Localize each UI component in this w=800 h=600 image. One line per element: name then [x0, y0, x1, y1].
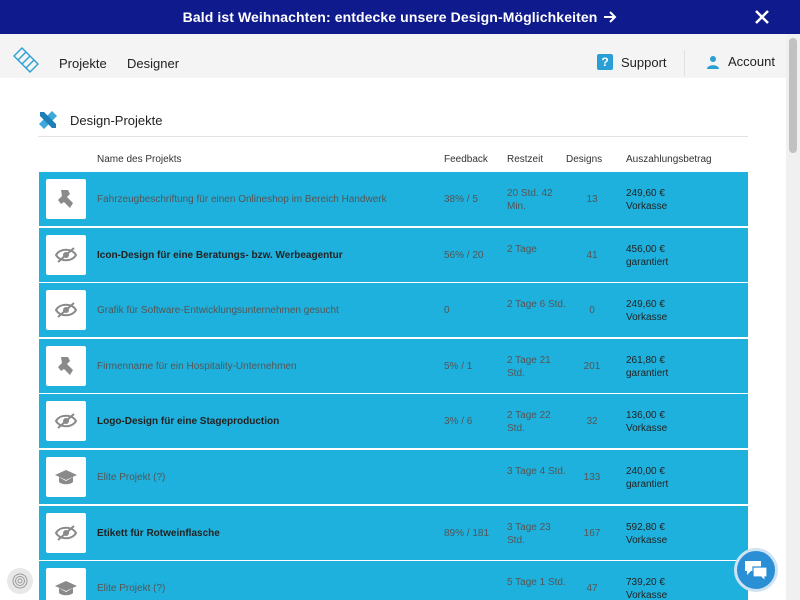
table-row[interactable]: Logo-Design für eine Stageproduction 3% …: [39, 394, 748, 449]
project-feedback: 0: [444, 305, 450, 317]
project-payout: 240,00 € garantiert: [626, 465, 668, 491]
section-title: Design-Projekte: [70, 113, 163, 128]
nav-link-projekte[interactable]: Projekte: [59, 56, 107, 71]
project-designs: 47: [586, 583, 598, 595]
payout-amount: 592,80 €: [626, 521, 665, 533]
project-payout: 456,00 € garantiert: [626, 243, 668, 269]
project-feedback: 89% / 181: [444, 527, 490, 539]
project-feedback: 38% / 5: [444, 194, 478, 205]
project-restzeit: 3 Tage 23 Std.: [507, 521, 551, 546]
fingerprint-icon[interactable]: [7, 568, 33, 594]
wrench-icon: [46, 345, 86, 386]
project-restzeit: 2 Tage: [507, 243, 537, 255]
project-name[interactable]: Logo-Design für eine Stageproduction: [97, 416, 279, 427]
graduation-cap-icon: [46, 568, 86, 600]
account-link[interactable]: Account: [706, 54, 775, 69]
arrow-right-icon: [603, 10, 617, 24]
project-name[interactable]: Elite Projekt (?): [97, 583, 165, 594]
payout-amount: 456,00 €: [626, 243, 665, 255]
payout-type: Vorkasse: [626, 312, 668, 324]
payout-type: garantiert: [626, 256, 669, 268]
payout-type: Vorkasse: [626, 423, 668, 435]
project-designs: 0: [589, 305, 595, 317]
project-payout: 249,60 € Vorkasse: [626, 298, 667, 324]
payout-amount: 739,20 €: [626, 577, 665, 589]
project-restzeit: 2 Tage 22 Std.: [507, 410, 551, 435]
project-table: Fahrzeugbeschriftung für einen Onlinesho…: [39, 172, 748, 600]
top-navigation: Projekte Designer ? Support Account: [0, 34, 786, 78]
header-name[interactable]: Name des Projekts: [97, 154, 181, 165]
close-icon[interactable]: [754, 9, 770, 25]
project-payout: 249,60 € Vorkasse: [626, 187, 667, 213]
table-row[interactable]: Grafik für Software-Entwicklungsunterneh…: [39, 283, 748, 338]
project-designs: 133: [583, 471, 601, 483]
project-feedback: 5% / 1: [444, 360, 473, 372]
nav-divider: [684, 50, 685, 76]
project-name[interactable]: Fahrzeugbeschriftung für einen Onlinesho…: [97, 194, 387, 205]
project-designs: 41: [586, 249, 598, 261]
graduation-cap-icon: [46, 456, 86, 497]
project-feedback: 3% / 6: [444, 416, 473, 428]
project-name[interactable]: Elite Projekt (?): [97, 472, 165, 483]
project-payout: 136,00 € Vorkasse: [626, 409, 667, 435]
wrench-icon: [46, 179, 86, 219]
eye-off-icon: [46, 401, 86, 442]
payout-amount: 249,60 €: [626, 188, 665, 199]
page-scrollbar[interactable]: [786, 34, 800, 600]
support-label: Support: [621, 54, 667, 70]
project-name[interactable]: Firmenname für ein Hospitality-Unternehm…: [97, 361, 297, 372]
header-restzeit[interactable]: Restzeit: [507, 154, 543, 165]
project-payout: 261,80 € garantiert: [626, 354, 668, 380]
project-designs: 167: [583, 527, 601, 539]
payout-type: Vorkasse: [626, 534, 668, 546]
ruler-pencil-icon: [38, 110, 58, 130]
table-row[interactable]: Firmenname für ein Hospitality-Unternehm…: [39, 338, 748, 393]
project-designs: 201: [583, 360, 601, 372]
question-icon: ?: [597, 54, 613, 70]
table-row[interactable]: Etikett für Rotweinflasche 89% / 181 3 T…: [39, 505, 748, 560]
project-restzeit: 5 Tage 1 Std.: [507, 577, 566, 589]
project-name[interactable]: Icon-Design für eine Beratungs- bzw. Wer…: [97, 250, 343, 261]
project-feedback: 56% / 20: [444, 249, 484, 261]
promo-banner[interactable]: Bald ist Weihnachten: entdecke unsere De…: [0, 0, 800, 34]
eye-off-icon: [46, 512, 86, 553]
header-feedback[interactable]: Feedback: [444, 154, 488, 165]
project-payout: 739,20 € Vorkasse: [626, 576, 667, 600]
payout-amount: 136,00 €: [626, 410, 665, 422]
project-restzeit: 20 Std. 42 Min.: [507, 188, 553, 212]
payout-type: garantiert: [626, 367, 669, 379]
project-name[interactable]: Grafik für Software-Entwicklungsunterneh…: [97, 305, 339, 316]
payout-type: Vorkasse: [626, 590, 668, 600]
project-designs: 32: [586, 416, 598, 428]
payout-type: Vorkasse: [626, 201, 668, 212]
payout-amount: 261,80 €: [626, 354, 665, 366]
header-designs[interactable]: Designs: [566, 154, 602, 165]
payout-type: garantiert: [626, 478, 669, 490]
table-row[interactable]: Fahrzeugbeschriftung für einen Onlinesho…: [39, 172, 748, 226]
project-payout: 592,80 € Vorkasse: [626, 521, 667, 547]
payout-amount: 240,00 €: [626, 465, 665, 477]
support-link[interactable]: ? Support: [597, 54, 667, 70]
account-label: Account: [728, 54, 775, 69]
project-restzeit: 3 Tage 4 Std.: [507, 465, 566, 477]
project-designs: 13: [586, 194, 598, 205]
payout-amount: 249,60 €: [626, 299, 665, 311]
project-restzeit: 2 Tage 6 Std.: [507, 299, 566, 311]
table-row[interactable]: Elite Projekt (?) 5 Tage 1 Std. 47 739,2…: [39, 561, 748, 600]
scroll-thumb[interactable]: [789, 38, 797, 153]
logo-icon[interactable]: [12, 46, 40, 74]
eye-off-icon: [46, 234, 86, 275]
project-name[interactable]: Etikett für Rotweinflasche: [97, 528, 220, 539]
user-icon: [706, 55, 720, 69]
promo-text[interactable]: Bald ist Weihnachten: entdecke unsere De…: [183, 9, 598, 25]
section-header: Design-Projekte: [38, 110, 748, 137]
chat-icon[interactable]: [734, 548, 778, 592]
nav-link-designer[interactable]: Designer: [127, 56, 179, 71]
table-row[interactable]: Icon-Design für eine Beratungs- bzw. Wer…: [39, 227, 748, 282]
table-row[interactable]: Elite Projekt (?) 3 Tage 4 Std. 133 240,…: [39, 449, 748, 504]
project-restzeit: 2 Tage 21 Std.: [507, 354, 551, 379]
eye-off-icon: [46, 290, 86, 331]
header-payout[interactable]: Auszahlungsbetrag: [626, 154, 712, 165]
